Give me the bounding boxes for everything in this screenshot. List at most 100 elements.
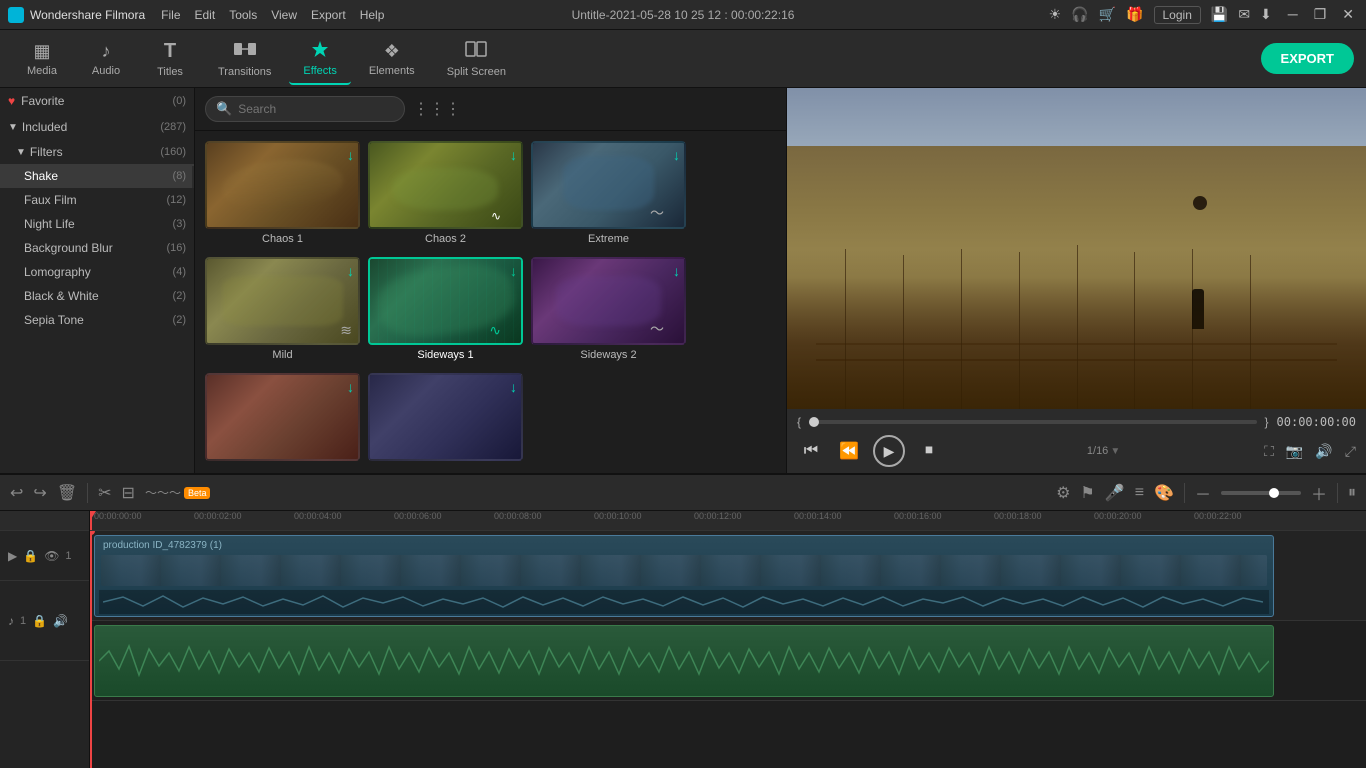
filters-count: (160) [160, 146, 186, 158]
filter-item-sepia[interactable]: Sepia Tone (2) [0, 308, 194, 332]
toolbar-elements[interactable]: ❖ Elements [355, 35, 429, 83]
download-icon[interactable]: ↓ [673, 263, 680, 279]
effect-item-unnamed1[interactable]: ↓ [205, 373, 360, 469]
effect-item-extreme[interactable]: ↓ 〜 Extreme [531, 141, 686, 249]
ruler-mark-9: 00:00:18:00 [994, 511, 1042, 521]
filter-item-bw[interactable]: Black & White (2) [0, 284, 194, 308]
menu-export[interactable]: Export [311, 8, 346, 22]
cart-icon[interactable]: 🛒 [1099, 6, 1116, 23]
export-button[interactable]: EXPORT [1261, 43, 1354, 74]
track-visible-icon[interactable]: 👁 [44, 549, 59, 563]
toolbar-transitions-label: Transitions [218, 66, 271, 78]
toolbar-effects[interactable]: Effects [289, 33, 350, 85]
chevron-down-icon[interactable]: ▼ [1110, 446, 1120, 457]
effect-item-unnamed2[interactable]: ↓ [368, 373, 523, 469]
delete-button[interactable]: 🗑 [57, 483, 77, 503]
effect-chaos2-label: Chaos 2 [368, 229, 523, 249]
gift-icon[interactable]: 🎁 [1126, 6, 1143, 23]
settings-icon[interactable]: ⚙ [1056, 483, 1070, 503]
effect-item-mild[interactable]: ↓ ≋ Mild [205, 257, 360, 365]
screenshot-icon[interactable]: 📷 [1286, 443, 1303, 460]
search-input[interactable] [238, 102, 394, 116]
undo-button[interactable]: ↩ [10, 483, 23, 503]
flag-icon[interactable]: ⚑ [1080, 483, 1094, 503]
login-button[interactable]: Login [1154, 6, 1201, 24]
favorite-section[interactable]: ♥ Favorite (0) [0, 88, 194, 114]
download-icon[interactable]: ↓ [347, 147, 354, 163]
effect-item-chaos2[interactable]: ↓ ∿ Chaos 2 [368, 141, 523, 249]
audio-mute-icon[interactable]: 🔊 [53, 614, 68, 628]
redo-button[interactable]: ↪ [33, 483, 46, 503]
close-button[interactable]: ✕ [1338, 6, 1358, 23]
frame-back-button[interactable]: ⏪ [835, 437, 863, 465]
color-icon[interactable]: 🎨 [1154, 483, 1174, 503]
headphone-icon[interactable]: 🎧 [1071, 6, 1088, 23]
download-icon[interactable]: ↓ [510, 379, 517, 395]
toolbar-titles[interactable]: T Titles [140, 34, 200, 84]
zoom-in-icon[interactable]: ＋ [1311, 481, 1327, 505]
stop-button[interactable]: ⏹ [915, 437, 943, 465]
filter-item-bgblur[interactable]: Background Blur (16) [0, 236, 194, 260]
audio-settings-icon[interactable]: ≡ [1135, 484, 1144, 502]
expand-icon[interactable]: ⤢ [1345, 443, 1356, 460]
included-arrow-icon: ▼ [8, 122, 18, 133]
zoom-out-icon[interactable]: － [1195, 481, 1211, 505]
audio-clip[interactable] [94, 625, 1274, 697]
download-icon[interactable]: ↓ [673, 147, 680, 163]
filter-item-shake[interactable]: Shake (8) [0, 164, 194, 188]
mail-icon[interactable]: ✉ [1238, 6, 1250, 23]
filters-section[interactable]: ▼ Filters (160) [0, 140, 194, 164]
download-icon[interactable]: ↓ [347, 263, 354, 279]
menu-help[interactable]: Help [360, 8, 385, 22]
zoom-slider[interactable] [1221, 491, 1301, 495]
toolbar-effects-label: Effects [303, 65, 336, 77]
progress-track[interactable] [809, 420, 1256, 424]
toolbar-transitions[interactable]: Transitions [204, 34, 285, 84]
menu-edit[interactable]: Edit [195, 8, 216, 22]
sun-icon[interactable]: ☀ [1049, 6, 1062, 23]
color-correction-button[interactable]: ⊟ [122, 483, 135, 503]
download-icon[interactable]: ↓ [347, 379, 354, 395]
play-button[interactable]: ▶ [873, 435, 905, 467]
filter-nightlife-count: (3) [173, 218, 186, 230]
mic-icon[interactable]: 🎤 [1105, 483, 1125, 503]
grid-view-icon[interactable]: ⋮⋮⋮ [413, 99, 461, 119]
effect-item-sideways1[interactable]: ↓ ∿ Sideways 1 [368, 257, 523, 365]
menu-file[interactable]: File [161, 8, 180, 22]
download-icon[interactable]: ↓ [510, 263, 517, 279]
effect-item-sideways2[interactable]: ↓ 〜 Sideways 2 [531, 257, 686, 365]
timeline-ruler: 00:00:00:00 00:00:02:00 00:00:04:00 00:0… [90, 511, 1366, 531]
toolbar-splitscreen-label: Split Screen [447, 66, 506, 78]
effect-item-chaos1[interactable]: ↓ Chaos 1 [205, 141, 360, 249]
menu-tools[interactable]: Tools [229, 8, 257, 22]
pause-all-icon[interactable]: ⏸ [1348, 484, 1356, 502]
timeline-scroll-area[interactable]: 00:00:00:00 00:00:02:00 00:00:04:00 00:0… [90, 511, 1366, 768]
audio-waveform-button[interactable]: 〜〜〜 Beta [145, 484, 211, 501]
audio-lock-icon[interactable]: 🔒 [32, 614, 47, 628]
minimize-button[interactable]: ─ [1284, 6, 1302, 23]
track-play-icon[interactable]: ▶ [8, 549, 17, 563]
toolbar-media[interactable]: ▦ Media [12, 35, 72, 83]
fullscreen-preview-icon[interactable]: ⛶ [1264, 443, 1274, 460]
cut-button[interactable]: ✂ [98, 483, 111, 503]
filter-item-fauxfilm[interactable]: Faux Film (12) [0, 188, 194, 212]
save-icon[interactable]: 💾 [1211, 6, 1228, 23]
filter-sepia-count: (2) [173, 314, 186, 326]
search-box[interactable]: 🔍 [205, 96, 405, 122]
track-lock-icon[interactable]: 🔒 [23, 549, 38, 563]
playback-buttons: ⏮ ⏪ ▶ ⏹ [797, 435, 943, 467]
filter-item-lomography[interactable]: Lomography (4) [0, 260, 194, 284]
step-back-button[interactable]: ⏮ [797, 437, 825, 465]
favorite-count: (0) [173, 95, 186, 107]
volume-icon[interactable]: 🔊 [1315, 443, 1332, 460]
maximize-button[interactable]: ❐ [1310, 6, 1331, 23]
menu-view[interactable]: View [271, 8, 297, 22]
included-section[interactable]: ▼ Included (287) [0, 114, 194, 140]
download-icon[interactable]: ⬇ [1260, 6, 1272, 23]
filter-item-nightlife[interactable]: Night Life (3) [0, 212, 194, 236]
included-label: Included [22, 120, 160, 134]
video-clip[interactable]: production ID_4782379 (1) [94, 535, 1274, 617]
toolbar-audio[interactable]: ♪ Audio [76, 35, 136, 83]
download-icon[interactable]: ↓ [510, 147, 517, 163]
toolbar-splitscreen[interactable]: Split Screen [433, 34, 520, 84]
